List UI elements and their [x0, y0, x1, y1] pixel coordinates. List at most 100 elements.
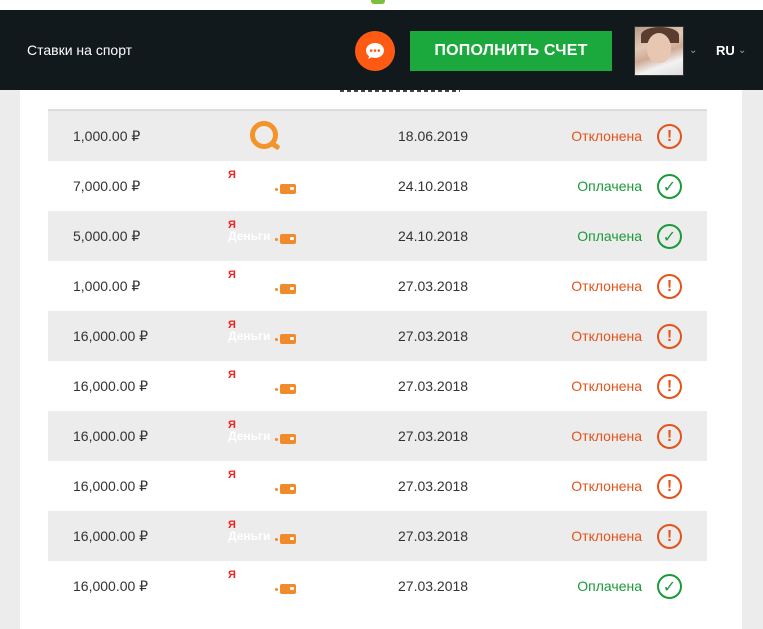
avatar-face: [647, 33, 671, 63]
logo-fragment: [371, 0, 385, 4]
date-cell: 27.03.2018: [398, 328, 469, 344]
exclamation-circle-icon: !: [657, 374, 682, 399]
amount-cell: 16,000.00 ₽: [73, 578, 149, 594]
yandex-money-logo-icon: Я Деньги: [226, 517, 306, 555]
status-label: Оплачена: [577, 178, 642, 194]
wallet-icon: [280, 234, 296, 244]
yandex-money-text: Деньги: [228, 529, 271, 543]
date-cell: 24.10.2018: [398, 178, 469, 194]
table-row: 7,000.00 ₽ Я 24.10.2018 Оплачена ✓: [48, 161, 707, 211]
transactions-table: 1,000.00 ₽ 18.06.2019 Отклонена! 7,000.00 ₽…: [48, 111, 707, 611]
yandex-money-logo-icon: Я: [226, 267, 306, 305]
qiwi-tail: [269, 140, 281, 151]
exclamation-circle-icon: !: [657, 124, 682, 149]
amount-cell: 16,000.00 ₽: [73, 478, 149, 494]
chat-button[interactable]: [355, 31, 395, 71]
wallet-dot: [275, 588, 278, 591]
exclamation-circle-icon: !: [657, 524, 682, 549]
check-circle-icon: ✓: [657, 574, 682, 599]
date-cell: 27.03.2018: [398, 478, 469, 494]
table-row: 16,000.00 ₽ Я Деньги 27.03.2018 Отклонена!: [48, 311, 707, 361]
yandex-money-logo-icon: Я: [226, 367, 306, 405]
amount-cell: 7,000.00 ₽: [73, 178, 141, 194]
yandex-letter: Я: [228, 369, 236, 381]
status-label: Отклонена: [571, 278, 642, 294]
wallet-dot: [275, 338, 278, 341]
top-strip: [0, 0, 763, 10]
exclamation-circle-icon: !: [657, 324, 682, 349]
wallet-icon: [280, 584, 296, 594]
wallet-dot: [275, 238, 278, 241]
qiwi-logo-icon: [226, 117, 306, 155]
wallet-icon: [280, 334, 296, 344]
brand-link[interactable]: Ставки на спорт: [27, 42, 132, 58]
wallet-dot: [275, 188, 278, 191]
check-circle-icon: ✓: [657, 174, 682, 199]
deposit-button[interactable]: ПОПОЛНИТЬ СЧЕТ: [410, 31, 612, 71]
chevron-down-icon[interactable]: ⌄: [738, 45, 746, 56]
wallet-icon: [280, 534, 296, 544]
table-row: 16,000.00 ₽ Я Деньги 27.03.2018 Отклонена!: [48, 511, 707, 561]
table-row: 16,000.00 ₽ Я Деньги 27.03.2018 Отклонена!: [48, 411, 707, 461]
date-cell: 24.10.2018: [398, 228, 469, 244]
table-row: 5,000.00 ₽ Я Деньги 24.10.2018 Оплачена ✓: [48, 211, 707, 261]
amount-cell: 16,000.00 ₽: [73, 328, 149, 344]
status-label: Отклонена: [571, 478, 642, 494]
wallet-dot: [275, 538, 278, 541]
table-row: 16,000.00 ₽ Я 27.03.2018 Отклонена!: [48, 361, 707, 411]
yandex-money-text: Деньги: [228, 329, 271, 343]
yandex-letter: Я: [228, 469, 236, 481]
yandex-money-text: Деньги: [228, 429, 271, 443]
wallet-dot: [275, 438, 278, 441]
chat-bubble-icon: [366, 43, 384, 59]
wallet-icon: [280, 284, 296, 294]
amount-cell: 16,000.00 ₽: [73, 528, 149, 544]
table-header-cutoff: [340, 90, 460, 96]
wallet-icon: [280, 384, 296, 394]
amount-cell: 5,000.00 ₽: [73, 228, 141, 244]
yandex-money-logo-icon: Я Деньги: [226, 317, 306, 355]
status-label: Оплачена: [577, 228, 642, 244]
yandex-money-logo-icon: Я: [226, 167, 306, 205]
yandex-money-logo-icon: Я: [226, 467, 306, 505]
date-cell: 18.06.2019: [398, 128, 469, 144]
status-label: Оплачена: [577, 578, 642, 594]
wallet-icon: [280, 184, 296, 194]
status-label: Отклонена: [571, 428, 642, 444]
status-label: Отклонена: [571, 378, 642, 394]
yandex-letter: Я: [228, 169, 236, 181]
table-row: 16,000.00 ₽ Я 27.03.2018 Отклонена!: [48, 461, 707, 511]
table-row: 1,000.00 ₽ Я 27.03.2018 Отклонена!: [48, 261, 707, 311]
date-cell: 27.03.2018: [398, 528, 469, 544]
date-cell: 27.03.2018: [398, 278, 469, 294]
date-cell: 27.03.2018: [398, 428, 469, 444]
page: Ставки на спорт ПОПОЛНИТЬ СЧЕТ ⌄ RU ⌄ 1,…: [0, 0, 763, 629]
wallet-icon: [280, 484, 296, 494]
table-row: 1,000.00 ₽ 18.06.2019 Отклонена!: [48, 111, 707, 161]
wallet-icon: [280, 434, 296, 444]
check-circle-icon: ✓: [657, 224, 682, 249]
yandex-letter: Я: [228, 569, 236, 581]
exclamation-circle-icon: !: [657, 424, 682, 449]
chevron-down-icon[interactable]: ⌄: [689, 45, 697, 56]
language-selector[interactable]: RU: [716, 43, 735, 58]
date-cell: 27.03.2018: [398, 378, 469, 394]
wallet-dot: [275, 488, 278, 491]
amount-cell: 16,000.00 ₽: [73, 428, 149, 444]
status-label: Отклонена: [571, 528, 642, 544]
date-cell: 27.03.2018: [398, 578, 469, 594]
table-row: 16,000.00 ₽ Я 27.03.2018 Оплачена ✓: [48, 561, 707, 611]
wallet-dot: [275, 388, 278, 391]
amount-cell: 16,000.00 ₽: [73, 378, 149, 394]
exclamation-circle-icon: !: [657, 274, 682, 299]
amount-cell: 1,000.00 ₽: [73, 278, 141, 294]
yandex-money-logo-icon: Я Деньги: [226, 417, 306, 455]
amount-cell: 1,000.00 ₽: [73, 128, 141, 144]
yandex-money-text: Деньги: [228, 229, 271, 243]
site-header: Ставки на спорт ПОПОЛНИТЬ СЧЕТ ⌄ RU ⌄: [0, 10, 763, 90]
avatar[interactable]: [634, 26, 684, 76]
status-label: Отклонена: [571, 128, 642, 144]
status-label: Отклонена: [571, 328, 642, 344]
yandex-letter: Я: [228, 269, 236, 281]
exclamation-circle-icon: !: [657, 474, 682, 499]
